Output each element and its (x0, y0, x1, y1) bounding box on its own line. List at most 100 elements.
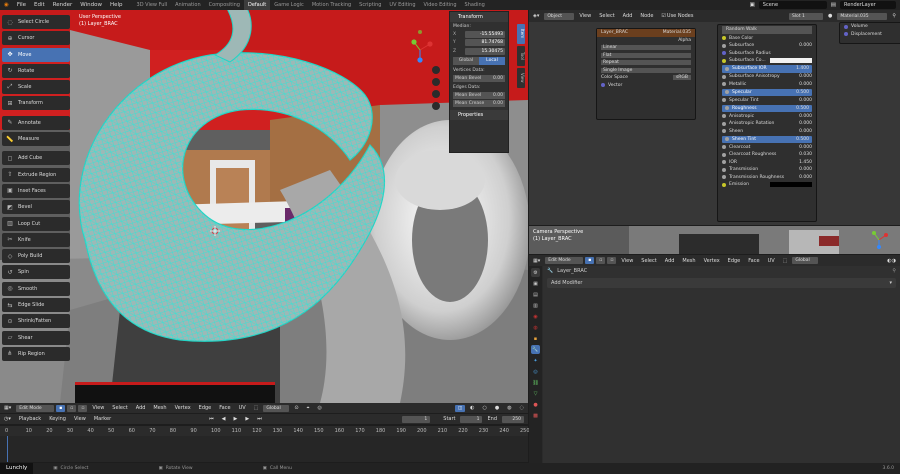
median-z-value[interactable]: 15.30475 (465, 47, 505, 55)
start-frame-field[interactable]: 1 (460, 415, 483, 423)
scene-selector[interactable]: Scene (758, 1, 827, 9)
input-socket-icon[interactable] (725, 90, 729, 95)
pin-toggle-icon[interactable]: ⚲ (892, 268, 896, 274)
tool-inset-faces[interactable]: ▣ Inset Faces (2, 183, 70, 198)
input-socket-icon[interactable] (722, 114, 726, 119)
snap-icon[interactable]: ⌖ (303, 405, 314, 411)
menu-render[interactable]: Render (49, 2, 77, 8)
jump-start-icon[interactable]: ⏮ (205, 416, 218, 422)
bsdf-input-row[interactable]: Anisotropic 0.000 (718, 113, 816, 121)
input-socket-icon[interactable] (722, 82, 726, 87)
constraints-tab-icon[interactable]: ⛓ (531, 378, 540, 387)
menu-edit[interactable]: Edit (30, 2, 49, 8)
shading-solid-icon[interactable]: ● (491, 405, 503, 411)
editor-type-icon[interactable]: ▦▾ (0, 405, 15, 411)
bsdf-input-row[interactable]: Subsurface Co... (718, 57, 816, 65)
input-socket-icon[interactable] (722, 121, 726, 126)
tool-add-cube[interactable]: ◻ Add Cube (2, 151, 70, 166)
emission-color-swatch[interactable] (770, 182, 812, 188)
bsdf-input-row[interactable]: Roughness 0.500 (722, 104, 812, 112)
menu-window[interactable]: Window (76, 2, 106, 8)
scene-tab-icon[interactable]: ◉ (531, 312, 540, 321)
tool-shear[interactable]: ▱ Shear (2, 330, 70, 345)
blender-logo-icon[interactable]: ◉ (0, 2, 13, 8)
tool-spin[interactable]: ↺ Spin (2, 265, 70, 280)
tool-select-circle[interactable]: ◌ Select Circle (2, 15, 70, 29)
input-socket-icon[interactable] (722, 51, 726, 56)
material-selector[interactable]: Material.035 (837, 12, 888, 20)
header-menu-view[interactable]: View (88, 405, 108, 411)
tool-rotate[interactable]: ↻ Rotate (2, 63, 70, 78)
input-socket-icon[interactable] (722, 152, 726, 157)
particles-tab-icon[interactable]: ✦ (531, 356, 540, 365)
edge-mean-bevel-field[interactable]: Mean Bevel 0.00 (453, 91, 505, 99)
material-slot-selector[interactable]: Slot 1 (788, 12, 823, 20)
input-socket-icon[interactable] (722, 43, 726, 48)
tool-cursor[interactable]: ⊕ Cursor (2, 31, 70, 46)
median-x-value[interactable]: -15.55493 (465, 30, 505, 38)
data-tab-icon[interactable]: ▽ (531, 389, 540, 398)
use-nodes-checkbox-icon[interactable]: ☑ (657, 13, 666, 19)
props-menu-add[interactable]: Add (661, 258, 679, 264)
bsdf-input-row[interactable]: Transmission 0.000 (718, 166, 816, 174)
timeline-menu-playback[interactable]: Playback (15, 416, 45, 422)
shader-editor[interactable]: ◈▾ Object View Select Add Node ☑ Use Nod… (529, 10, 900, 225)
props-orientation-selector[interactable]: Global (792, 257, 819, 264)
workspace-tab[interactable]: 3D View Full (133, 0, 172, 10)
shader-menu-add[interactable]: Add (619, 13, 637, 19)
tool-loop-cut[interactable]: ▥ Loop Cut (2, 216, 70, 231)
props-edge-select-icon[interactable]: ▫ (596, 257, 606, 264)
subsurface-color-swatch[interactable] (769, 58, 812, 64)
bsdf-input-row[interactable]: Clearcoat 0.000 (718, 144, 816, 152)
shading-material-icon[interactable]: ◍ (503, 405, 515, 411)
header-menu-vertex[interactable]: Vertex (171, 405, 195, 411)
tool-tab-icon[interactable]: ⚙ (531, 268, 540, 277)
shader-menu-select[interactable]: Select (595, 13, 618, 19)
vertex-select-icon[interactable]: ▪ (56, 404, 66, 412)
vector-socket-icon[interactable] (601, 83, 605, 88)
input-socket-icon[interactable] (722, 167, 726, 172)
bsdf-input-row[interactable]: IOR 1.450 (718, 159, 816, 167)
shading-rendered-icon[interactable]: ◌ (516, 405, 528, 411)
mode-selector[interactable]: Edit Mode (16, 404, 55, 412)
tool-knife[interactable]: ✂ Knife (2, 232, 70, 247)
tool-transform[interactable]: ⊞ Transform (2, 96, 70, 111)
end-frame-field[interactable]: 250 (502, 415, 524, 423)
workspace-tab-active[interactable]: Default (243, 0, 271, 10)
play-icon[interactable]: ▶ (230, 416, 242, 422)
base-color-row[interactable]: Base Color (718, 35, 816, 43)
header-menu-face[interactable]: Face (215, 405, 234, 411)
bsdf-input-row[interactable]: Specular 0.500 (722, 88, 812, 96)
bsdf-input-row[interactable]: Sheen 0.000 (718, 128, 816, 136)
material-tab-icon[interactable]: ● (531, 400, 540, 409)
timeline-menu-marker[interactable]: Marker (90, 416, 115, 422)
overlay-icon[interactable]: ◐ (466, 405, 478, 411)
sidebar-tab-item[interactable]: Item (517, 24, 525, 44)
subsurface-method-dropdown[interactable]: Random Walk (722, 26, 812, 34)
tool-bevel[interactable]: ◩ Bevel (2, 200, 70, 215)
output-tab-icon[interactable]: ▤ (531, 290, 540, 299)
header-menu-edge[interactable]: Edge (195, 405, 216, 411)
base-color-socket-icon[interactable] (722, 36, 726, 41)
median-y-field[interactable]: Y 81.74768 (450, 39, 508, 48)
tool-smooth[interactable]: ◎ Smooth (2, 281, 70, 296)
timeline-area[interactable] (0, 436, 528, 462)
workspace-tab[interactable]: Animation (171, 0, 205, 10)
global-toggle[interactable]: Global (453, 56, 479, 65)
menu-help[interactable]: Help (106, 2, 127, 8)
props-menu-vertex[interactable]: Vertex (700, 258, 724, 264)
interpolation-value[interactable]: Linear (601, 45, 691, 51)
tool-measure[interactable]: 📏 Measure (2, 132, 70, 147)
timeline-editor-icon[interactable]: ◷▾ (0, 416, 15, 422)
jump-end-icon[interactable]: ⏭ (253, 416, 266, 422)
tool-scale[interactable]: ⤢ Scale (2, 80, 70, 95)
bsdf-input-row[interactable]: Subsurface Radius (718, 50, 816, 58)
pivot-icon[interactable]: ⊙ (290, 405, 302, 411)
props-menu-view[interactable]: View (617, 258, 637, 264)
props-menu-face[interactable]: Face (744, 258, 763, 264)
props-editor-icon[interactable]: ▦▾ (529, 258, 544, 264)
shader-type-selector[interactable]: Object (544, 12, 575, 20)
input-socket-icon[interactable] (725, 137, 729, 142)
bsdf-input-row[interactable]: Metallic 0.000 (718, 81, 816, 89)
xray-toggle-icon[interactable]: ◫ (454, 404, 466, 412)
